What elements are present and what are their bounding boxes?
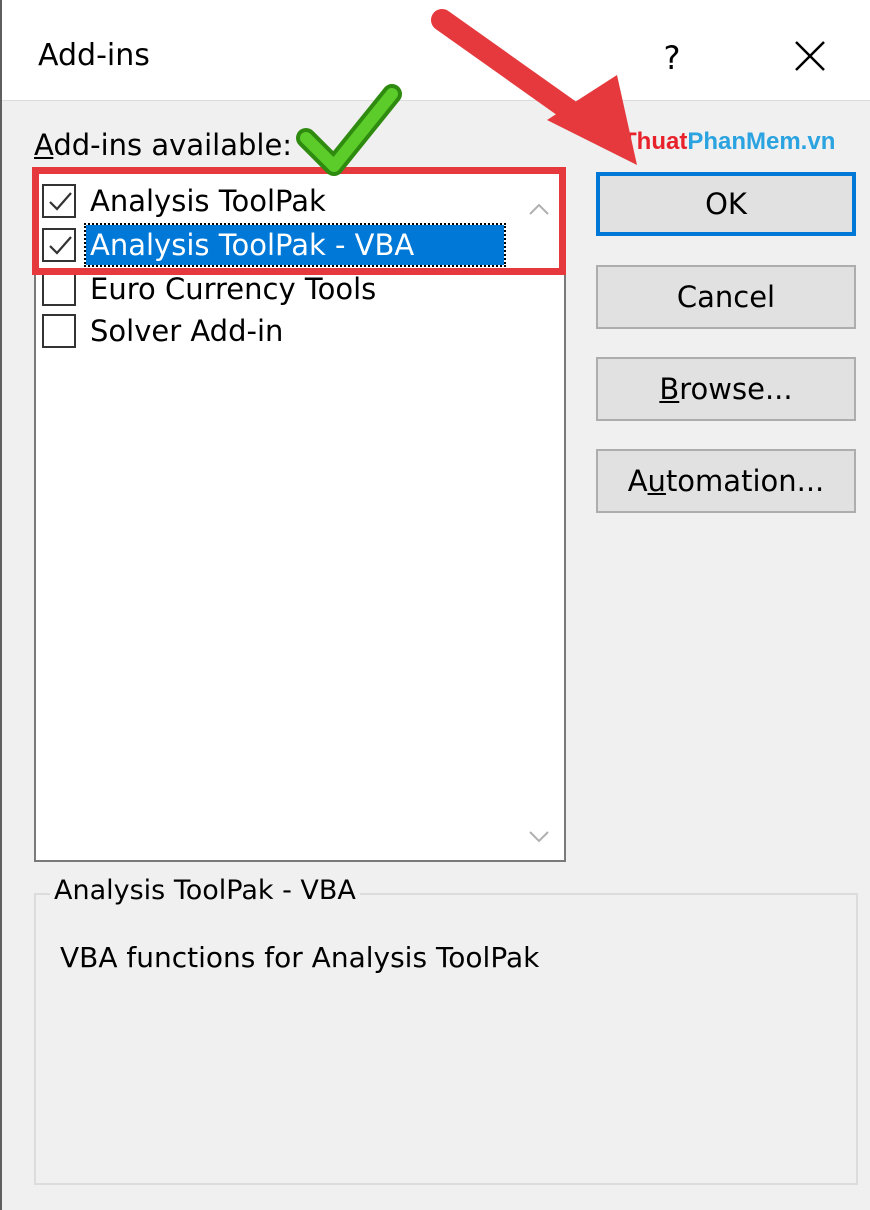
close-icon xyxy=(795,41,825,71)
help-button[interactable]: ? xyxy=(632,30,712,86)
list-item-label: Euro Currency Tools xyxy=(90,272,377,306)
add-ins-available-label: Add-ins available: xyxy=(34,128,293,162)
watermark: ThuatPhanMem.vn xyxy=(622,128,836,155)
list-item-analysis-toolpak[interactable]: Analysis ToolPak xyxy=(42,180,330,222)
list-item-solver-add-in[interactable]: Solver Add-in xyxy=(42,310,287,352)
description-text: VBA functions for Analysis ToolPak xyxy=(60,941,540,974)
checkbox-analysis-toolpak[interactable] xyxy=(42,184,76,218)
list-item-label: Analysis ToolPak xyxy=(90,184,326,218)
add-ins-dialog: Add-ins ? Add-ins available: ThuatPhanMe… xyxy=(0,0,870,1210)
checkbox-analysis-toolpak-vba[interactable] xyxy=(42,228,76,262)
check-icon xyxy=(49,192,72,211)
add-ins-listbox[interactable]: Analysis ToolPak Analysis ToolPak - VBA … xyxy=(34,172,566,862)
scroll-up-button[interactable] xyxy=(524,194,554,224)
list-item-label: Analysis ToolPak - VBA xyxy=(84,223,506,267)
list-item-analysis-toolpak-vba[interactable]: Analysis ToolPak - VBA xyxy=(42,223,506,267)
cancel-button[interactable]: Cancel xyxy=(596,265,856,329)
checkbox-solver-add-in[interactable] xyxy=(42,314,76,348)
checkbox-euro-currency-tools[interactable] xyxy=(42,272,76,306)
chevron-up-icon xyxy=(529,203,549,215)
description-groupbox: Analysis ToolPak - VBA VBA functions for… xyxy=(34,875,858,1185)
scroll-down-button[interactable] xyxy=(524,822,554,852)
list-item-euro-currency-tools[interactable]: Euro Currency Tools xyxy=(42,268,380,310)
title-bar: Add-ins ? xyxy=(2,0,870,101)
check-icon xyxy=(49,236,72,255)
description-title: Analysis ToolPak - VBA xyxy=(50,875,360,906)
close-button[interactable] xyxy=(772,28,852,88)
browse-button[interactable]: Browse... xyxy=(596,357,856,421)
chevron-down-icon xyxy=(529,831,549,843)
automation-button[interactable]: Automation... xyxy=(596,449,856,513)
dialog-title: Add-ins xyxy=(38,38,150,73)
ok-button[interactable]: OK xyxy=(596,172,856,236)
list-item-label: Solver Add-in xyxy=(90,314,284,348)
